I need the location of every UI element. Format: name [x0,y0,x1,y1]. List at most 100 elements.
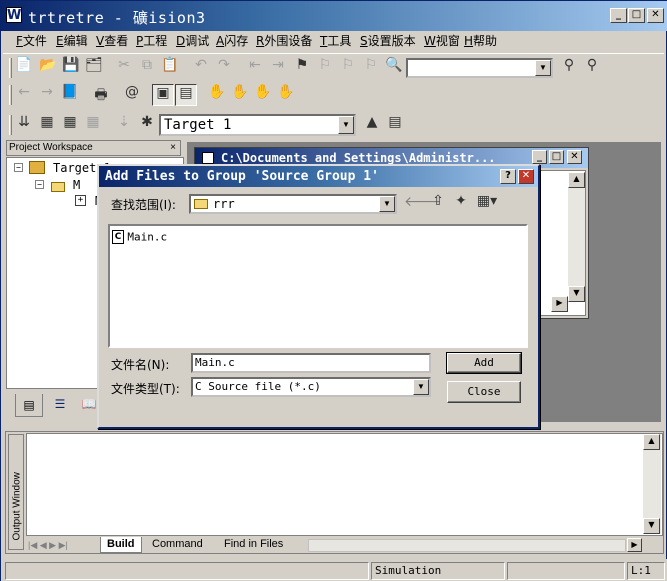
bookmark-icon[interactable]: ⚑ [291,57,313,79]
find-icon[interactable]: ⚲ [581,57,603,79]
output-toggle-icon[interactable]: ▤ [175,84,197,106]
hand-icon[interactable]: ✋ [206,84,228,106]
outdent-icon[interactable]: ⇤ [244,57,266,79]
find-in-files-icon[interactable]: 🔍 [383,57,405,79]
target-select[interactable]: Target 1 ▼ [159,114,356,136]
menu-svcs[interactable]: S设置版本 [360,32,416,52]
build-icon[interactable]: ▦ [36,114,58,136]
chevron-down-icon[interactable]: ▼ [535,60,551,76]
output-vscrollbar[interactable]: ▲ ▼ [643,434,661,534]
menu-project[interactable]: P工程 [136,32,167,52]
filetype-select[interactable]: C Source file (*.c) ▼ [191,377,431,397]
toolbar-grip[interactable] [9,58,12,78]
prev-bookmark-icon[interactable]: ⚐ [314,57,336,79]
scroll-up-icon[interactable]: ▲ [568,172,585,188]
print-icon[interactable]: 🖶 [90,84,112,106]
help-button[interactable]: ? [500,169,516,184]
scroll-right-icon[interactable]: ▶ [627,538,642,552]
editor-vscrollbar[interactable]: ▲ ▼ [568,172,585,302]
back-icon[interactable]: ← [13,84,35,106]
tree-item-source-group[interactable]: M [73,178,80,192]
view-menu-icon[interactable]: ▦▾ [473,193,501,215]
workspace-close-icon[interactable]: × [170,141,176,155]
up-folder-icon[interactable]: ⇧ [427,193,449,215]
hand-stop-icon[interactable]: ✋ [229,84,251,106]
debug-icon[interactable]: @ [121,84,143,106]
output-window-tab[interactable]: Output Window [8,434,24,550]
paste-icon[interactable]: 📋 [159,57,181,79]
hand-all-icon[interactable]: ✋ [275,84,297,106]
output-hscrollbar[interactable] [308,539,626,552]
menu-help[interactable]: H帮助 [464,32,497,52]
dialog-close-button[interactable]: ✕ [518,169,534,184]
save-icon[interactable]: 💾 [60,57,82,79]
compile-icon[interactable]: ⇊ [13,114,35,136]
menu-flash[interactable]: A闪存 [216,32,248,52]
workspace-toggle-icon[interactable]: ▣ [152,84,174,106]
books-icon[interactable]: 📘 [59,84,81,106]
menu-file[interactable]: F文件 [16,32,47,52]
scroll-down-icon[interactable]: ▼ [568,286,585,302]
tab-find-in-files[interactable]: Find in Files [218,538,289,550]
options-wand-icon[interactable]: ✱ [136,114,158,136]
open-folder-icon[interactable]: 📂 [37,57,59,79]
menu-tools[interactable]: T工具 [320,32,351,52]
filename-input[interactable]: Main.c [191,353,431,373]
output-text-area[interactable] [26,433,663,536]
forward-icon[interactable]: → [36,84,58,106]
tab-build[interactable]: Build [100,537,142,553]
binoculars-icon[interactable]: ⚲ [558,57,580,79]
file-extensions-icon[interactable]: ▤ [384,114,406,136]
document-icon [202,152,214,164]
maximize-button[interactable]: □ [549,150,564,164]
chevron-down-icon[interactable]: ▼ [338,116,354,134]
find-combo[interactable]: ▼ [406,58,553,78]
status-line: L:1 [627,562,665,580]
scroll-right-icon[interactable]: ▶ [551,296,568,312]
menu-view[interactable]: V查看 [96,32,128,52]
scroll-down-icon[interactable]: ▼ [643,518,660,534]
file-list[interactable]: C Main.c [108,224,528,348]
back-icon[interactable]: 🡐 [404,193,442,215]
add-button[interactable]: Add [446,352,522,374]
load-icon[interactable]: ⇣ [113,114,135,136]
chevron-down-icon[interactable]: ▼ [379,196,395,212]
close-button[interactable]: ✕ [647,8,664,23]
tab-command[interactable]: Command [146,538,209,550]
hand-disabled-icon[interactable]: ✋ [252,84,274,106]
stop-build-icon[interactable]: ▦ [82,114,104,136]
close-button[interactable]: ✕ [567,150,582,164]
indent-icon[interactable]: ⇥ [267,57,289,79]
maximize-button[interactable]: □ [628,8,645,23]
toolbar-grip[interactable] [9,115,12,135]
tree-expander-icon[interactable]: − [14,163,23,172]
rebuild-icon[interactable]: ▦ [59,114,81,136]
minimize-button[interactable]: _ [610,8,627,23]
new-file-icon[interactable]: 📄 [13,57,35,79]
cut-icon[interactable]: ✂ [113,57,135,79]
regs-tab-icon[interactable]: ☰ [46,394,74,415]
toolbar-grip[interactable] [9,85,12,105]
undo-icon[interactable]: ↶ [190,57,212,79]
tab-scroll-arrows[interactable]: |◀ ◀ ▶ ▶| [28,538,100,552]
copy-icon[interactable]: ⧉ [136,57,158,79]
menu-peripherals[interactable]: R外围设备 [256,32,312,52]
files-tab-icon[interactable]: ▤ [15,394,43,417]
look-in-select[interactable]: rrr ▼ [189,194,397,214]
components-icon[interactable]: ▲ [361,114,383,136]
new-folder-icon[interactable]: ✦ [450,193,472,215]
menu-debug[interactable]: D调试 [176,32,209,52]
chevron-down-icon[interactable]: ▼ [413,379,429,395]
save-all-icon[interactable]: 🗂 [83,57,105,79]
redo-icon[interactable]: ↷ [213,57,235,79]
next-bookmark-icon[interactable]: ⚐ [337,57,359,79]
clear-bookmarks-icon[interactable]: ⚐ [360,57,382,79]
books-tab-icon[interactable]: 📖 [79,394,99,415]
list-item[interactable]: C Main.c [112,229,167,244]
scroll-up-icon[interactable]: ▲ [643,434,660,450]
close-dialog-button[interactable]: Close [447,381,521,403]
menu-window[interactable]: W视窗 [424,32,460,52]
menu-edit[interactable]: E编辑 [56,32,88,52]
minimize-button[interactable]: _ [532,150,547,164]
tree-expander-icon[interactable]: − [35,180,44,189]
